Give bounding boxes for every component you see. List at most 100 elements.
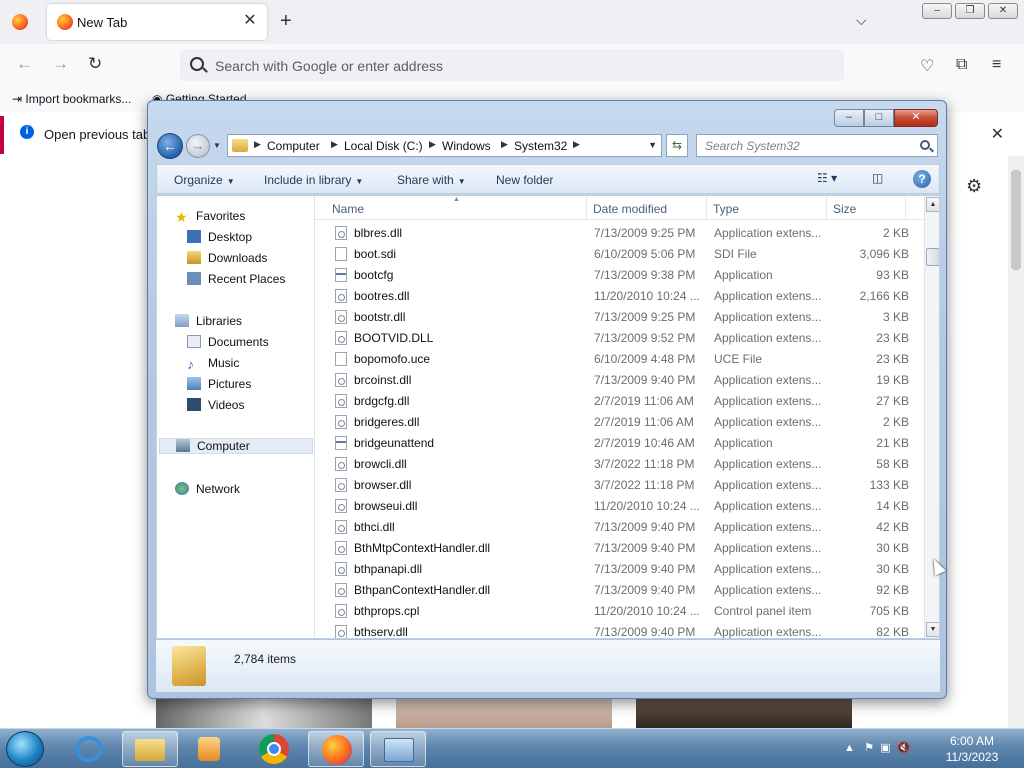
nav-network[interactable]: Network: [175, 482, 240, 496]
breadcrumb-computer[interactable]: Computer: [267, 139, 320, 153]
tab-close-icon[interactable]: ✕: [241, 12, 259, 30]
address-bar[interactable]: ▶ Computer ▶ Local Disk (C:) ▶ Windows ▶…: [227, 134, 662, 157]
taskbar-firefox[interactable]: [308, 731, 364, 767]
nav-documents[interactable]: Documents: [187, 335, 269, 349]
nav-favorites[interactable]: ★ Favorites: [175, 209, 245, 225]
taskbar-remote-app[interactable]: [370, 731, 426, 767]
nav-desktop[interactable]: Desktop: [187, 230, 252, 244]
recent-pages-dropdown-icon[interactable]: ▼: [213, 141, 221, 150]
new-tab-button[interactable]: +: [280, 10, 292, 33]
file-row[interactable]: bridgeunattend 2/7/2019 10:46 AM Applicati…: [329, 432, 924, 453]
file-row[interactable]: bthserv.dll 7/13/2009 9:40 PM Application …: [329, 621, 924, 638]
search-icon[interactable]: [920, 140, 930, 150]
browser-restore-button[interactable]: ❐: [955, 3, 985, 19]
breadcrumb-arrow-icon[interactable]: ▶: [573, 139, 580, 150]
change-view-icon[interactable]: ☷ ▾: [817, 171, 837, 185]
browser-close-button[interactable]: ✕: [988, 3, 1018, 19]
file-row[interactable]: bootcfg 7/13/2009 9:38 PM Application 93 KB: [329, 264, 924, 285]
browser-minimize-button[interactable]: –: [922, 3, 952, 19]
system-tray[interactable]: ▲ ⚑ ▣ 🔇: [844, 741, 910, 754]
file-row[interactable]: bopomofo.uce 6/10/2009 4:48 PM UCE File 23 …: [329, 348, 924, 369]
file-row[interactable]: blbres.dll 7/13/2009 9:25 PM Application e…: [329, 222, 924, 243]
taskbar-internet-explorer[interactable]: [62, 731, 118, 767]
scrollbar-thumb[interactable]: [926, 248, 939, 266]
address-dropdown-icon[interactable]: ▼: [648, 140, 657, 150]
file-row[interactable]: bridgeres.dll 2/7/2019 11:06 AM Applicatio…: [329, 411, 924, 432]
tray-expand-icon[interactable]: ▲: [844, 742, 855, 754]
scroll-down-arrow-icon[interactable]: ▼: [926, 622, 939, 637]
scroll-up-arrow-icon[interactable]: ▲: [926, 197, 939, 212]
taskbar-chrome[interactable]: [246, 731, 302, 767]
taskbar-media-player[interactable]: [182, 731, 238, 767]
file-row[interactable]: bthpanapi.dll 7/13/2009 9:40 PM Applicatio…: [329, 558, 924, 579]
nav-recent-places[interactable]: Recent Places: [187, 272, 285, 286]
breadcrumb-arrow-icon[interactable]: ▶: [254, 139, 261, 150]
share-with-button[interactable]: Share with ▼: [397, 173, 466, 187]
nav-videos[interactable]: Videos: [187, 398, 244, 412]
search-input[interactable]: Search System32: [696, 134, 938, 157]
column-type[interactable]: Type: [713, 202, 739, 216]
start-button[interactable]: [6, 731, 44, 767]
explorer-minimize-button[interactable]: –: [834, 109, 864, 127]
breadcrumb-windows[interactable]: Windows: [442, 139, 491, 153]
column-divider[interactable]: [905, 196, 906, 220]
help-icon[interactable]: ?: [913, 170, 931, 188]
forward-arrow-icon[interactable]: →: [52, 54, 69, 74]
menu-icon[interactable]: ≡: [992, 56, 1001, 74]
column-divider[interactable]: [706, 196, 707, 220]
nav-computer[interactable]: Computer: [159, 438, 313, 454]
column-name[interactable]: Name: [332, 202, 364, 216]
include-in-library-button[interactable]: Include in library ▼: [264, 173, 363, 187]
top-site-thumbnail-3[interactable]: [636, 698, 852, 728]
clock[interactable]: 6:00 AM 11/3/2023: [930, 733, 1014, 765]
taskbar-windows-explorer[interactable]: [122, 731, 178, 767]
extensions-icon[interactable]: ⧉: [956, 56, 967, 74]
top-site-thumbnail-1[interactable]: [156, 698, 372, 728]
pocket-icon[interactable]: ♡: [920, 56, 934, 76]
new-folder-button[interactable]: New folder: [496, 173, 553, 187]
file-row[interactable]: browser.dll 3/7/2022 11:18 PM Application …: [329, 474, 924, 495]
file-row[interactable]: bthprops.cpl 11/20/2010 10:24 ... Control …: [329, 600, 924, 621]
explorer-close-button[interactable]: ✕: [894, 109, 938, 127]
reload-icon[interactable]: ↻: [88, 54, 102, 74]
top-site-thumbnail-2[interactable]: [396, 698, 612, 728]
file-row[interactable]: brcoinst.dll 7/13/2009 9:40 PM Application…: [329, 369, 924, 390]
nav-pictures[interactable]: Pictures: [187, 377, 251, 391]
file-row[interactable]: browseui.dll 11/20/2010 10:24 ... Applicat…: [329, 495, 924, 516]
gear-icon[interactable]: ⚙: [966, 176, 982, 197]
file-row[interactable]: bthci.dll 7/13/2009 9:40 PM Application ex…: [329, 516, 924, 537]
preview-pane-icon[interactable]: ◫: [872, 171, 883, 185]
forward-button[interactable]: →: [186, 134, 210, 158]
url-bar[interactable]: Search with Google or enter address: [180, 49, 844, 81]
browser-tab-new-tab[interactable]: New Tab ✕: [47, 4, 267, 40]
refresh-icon[interactable]: ⇆: [666, 134, 688, 157]
breadcrumb-system32[interactable]: System32: [514, 139, 567, 153]
list-all-tabs-button[interactable]: ⌵: [856, 12, 867, 29]
volume-muted-icon[interactable]: 🔇: [897, 742, 911, 754]
column-divider[interactable]: [586, 196, 587, 220]
breadcrumb-arrow-icon[interactable]: ▶: [429, 139, 436, 150]
breadcrumb-arrow-icon[interactable]: ▶: [501, 139, 508, 150]
nav-music[interactable]: ♪ Music: [187, 356, 239, 372]
network-tray-icon[interactable]: ▣: [880, 742, 890, 754]
file-row[interactable]: BthpanContextHandler.dll 7/13/2009 9:40 P…: [329, 579, 924, 600]
page-scrollbar[interactable]: [1008, 156, 1024, 728]
file-row[interactable]: BOOTVID.DLL 7/13/2009 9:52 PM Application …: [329, 327, 924, 348]
column-size[interactable]: Size: [833, 202, 856, 216]
nav-downloads[interactable]: Downloads: [187, 251, 267, 265]
organize-button[interactable]: Organize ▼: [174, 173, 235, 187]
column-date-modified[interactable]: Date modified: [593, 202, 667, 216]
breadcrumb-local-disk[interactable]: Local Disk (C:): [344, 139, 423, 153]
back-arrow-icon[interactable]: ←: [16, 54, 33, 74]
breadcrumb-arrow-icon[interactable]: ▶: [331, 139, 338, 150]
file-row[interactable]: boot.sdi 6/10/2009 5:06 PM SDI File 3,096 K…: [329, 243, 924, 264]
file-row[interactable]: bootstr.dll 7/13/2009 9:25 PM Application …: [329, 306, 924, 327]
explorer-maximize-button[interactable]: □: [864, 109, 894, 127]
nav-libraries[interactable]: Libraries: [175, 314, 242, 328]
action-center-icon[interactable]: ⚑: [864, 742, 874, 754]
back-button[interactable]: ←: [157, 133, 183, 159]
column-divider[interactable]: [826, 196, 827, 220]
notification-close-icon[interactable]: ✕: [991, 124, 1004, 144]
page-scrollbar-thumb[interactable]: [1011, 170, 1021, 270]
file-row[interactable]: BthMtpContextHandler.dll 7/13/2009 9:40 P…: [329, 537, 924, 558]
